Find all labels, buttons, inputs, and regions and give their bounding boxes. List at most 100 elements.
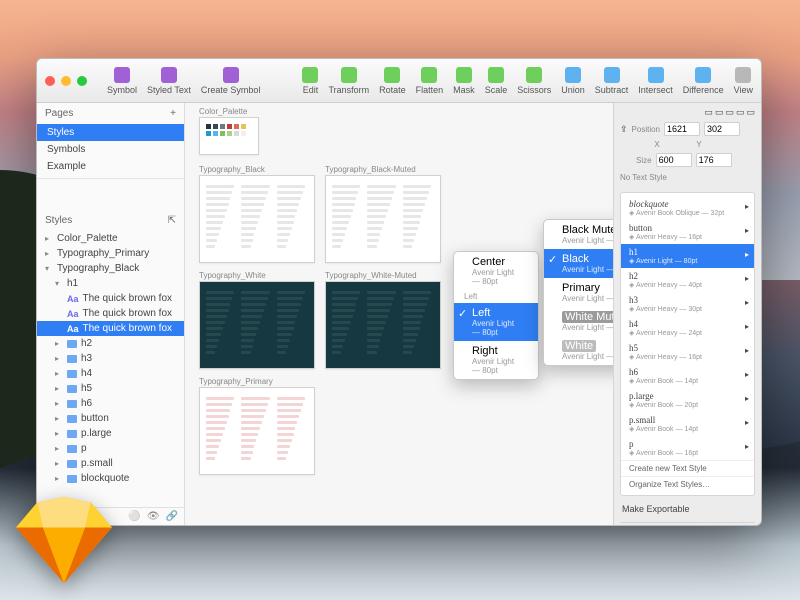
artboard-label[interactable]: Color_Palette	[199, 107, 247, 116]
styles-header: Styles⇱	[37, 210, 184, 231]
size-h-input[interactable]	[696, 153, 732, 167]
artboard-label[interactable]: Typography_White	[199, 271, 266, 280]
color-popup[interactable]: Black Muted▸Avenir Light — 80pt✓Black▸Av…	[543, 219, 613, 366]
size-w-input[interactable]	[656, 153, 692, 167]
layer-row[interactable]: ▸p.large	[37, 426, 184, 441]
artboard-label[interactable]: Typography_White-Muted	[325, 271, 417, 280]
toolbar-mask[interactable]: Mask	[453, 67, 475, 95]
color-option[interactable]: Black Muted▸Avenir Light — 80pt	[544, 220, 613, 249]
text-style-h6[interactable]: h6▸◈ Avenir Book — 14pt	[621, 364, 754, 388]
position-y-input[interactable]	[704, 122, 740, 136]
text-style-h4[interactable]: h4▸◈ Avenir Heavy — 24pt	[621, 316, 754, 340]
text-style-h1[interactable]: h1▸◈ Avenir Light — 80pt	[621, 244, 754, 268]
toolbar-union[interactable]: Union	[561, 67, 585, 95]
toolbar-create-symbol[interactable]: Create Symbol	[201, 67, 261, 95]
layer-row[interactable]: ▸h3	[37, 351, 184, 366]
toolbar-symbol[interactable]: Symbol	[107, 67, 137, 95]
position-x-input[interactable]	[664, 122, 700, 136]
link-icon[interactable]: 🔗	[166, 511, 178, 522]
close-icon[interactable]	[45, 76, 55, 86]
toolbar-rotate[interactable]: Rotate	[379, 67, 406, 95]
layer-row[interactable]: ▾Typography_Black	[37, 261, 184, 276]
layer-row[interactable]: ▸h6	[37, 396, 184, 411]
toolbar-scale[interactable]: Scale	[485, 67, 508, 95]
page-symbols[interactable]: Symbols	[37, 141, 184, 158]
toolbar-styled-text[interactable]: Styled Text	[147, 67, 191, 95]
artboard-label[interactable]: Typography_Black-Muted	[325, 165, 416, 174]
artboard-typo-black[interactable]	[199, 175, 315, 263]
layer-row[interactable]: ▸Color_Palette	[37, 231, 184, 246]
toolbar-difference[interactable]: Difference	[683, 67, 724, 95]
artboard-typo-primary[interactable]	[199, 387, 315, 475]
text-layer-icon: Aa	[67, 309, 79, 319]
folder-icon	[67, 370, 77, 378]
layer-row[interactable]: AaThe quick brown fox	[37, 306, 184, 321]
pages-header: Pages+	[37, 103, 184, 124]
align-option-center[interactable]: CenterAvenir Light — 80pt	[454, 252, 538, 290]
color-option[interactable]: Primary▸Avenir Light — 80pt	[544, 278, 613, 307]
create-text-style[interactable]: Create new Text Style	[621, 460, 754, 476]
text-style-h3[interactable]: h3▸◈ Avenir Heavy — 30pt	[621, 292, 754, 316]
layer-row[interactable]: ▾h1	[37, 276, 184, 291]
share-icon[interactable]: ⇪	[620, 124, 628, 135]
text-style-p.large[interactable]: p.large▸◈ Avenir Book — 20pt	[621, 388, 754, 412]
window-controls[interactable]	[45, 76, 87, 86]
align-option-right[interactable]: RightAvenir Light — 80pt	[454, 341, 538, 379]
layer-row[interactable]: ▸blockquote	[37, 471, 184, 486]
minimize-icon[interactable]	[61, 76, 71, 86]
artboard-label[interactable]: Typography_Black	[199, 165, 265, 174]
text-style-blockquote[interactable]: blockquote▸◈ Avenir Book Oblique — 32pt	[621, 196, 754, 220]
alignment-popup[interactable]: CenterAvenir Light — 80ptLeft✓LeftAvenir…	[453, 251, 539, 380]
folder-icon	[67, 415, 77, 423]
text-style-list[interactable]: blockquote▸◈ Avenir Book Oblique — 32ptb…	[620, 192, 755, 496]
folder-icon	[67, 430, 77, 438]
organize-text-styles[interactable]: Organize Text Styles…	[621, 476, 754, 492]
text-style-button[interactable]: button▸◈ Avenir Heavy — 16pt	[621, 220, 754, 244]
page-example[interactable]: Example	[37, 158, 184, 175]
align-buttons-row[interactable]: ▭▭▭▭▭	[620, 107, 755, 118]
folder-icon	[67, 475, 77, 483]
toolbar-intersect[interactable]: Intersect	[638, 67, 673, 95]
canvas[interactable]: Color_Palette Typography_Black Typograph…	[185, 103, 613, 525]
artboard-typo-white[interactable]	[199, 281, 315, 369]
text-style-p.small[interactable]: p.small▸◈ Avenir Book — 14pt	[621, 412, 754, 436]
layer-row[interactable]: ▸h2	[37, 336, 184, 351]
layer-row[interactable]: ▸h5	[37, 381, 184, 396]
align-option-left[interactable]: ✓LeftAvenir Light — 80pt	[454, 303, 538, 341]
text-style-h5[interactable]: h5▸◈ Avenir Heavy — 16pt	[621, 340, 754, 364]
toolbar-edit[interactable]: Edit	[302, 67, 318, 95]
page-styles[interactable]: Styles	[37, 124, 184, 141]
artboard-typo-black-muted[interactable]	[325, 175, 441, 263]
layer-row[interactable]: AaThe quick brown fox	[37, 291, 184, 306]
size-label: Size	[636, 156, 652, 165]
layer-row[interactable]: ▸button	[37, 411, 184, 426]
layer-row[interactable]: ▸Typography_Primary	[37, 246, 184, 261]
layer-row[interactable]: ▸p.small	[37, 456, 184, 471]
text-style-h2[interactable]: h2▸◈ Avenir Heavy — 40pt	[621, 268, 754, 292]
folder-icon	[67, 340, 77, 348]
artboard-label[interactable]: Typography_Primary	[199, 377, 273, 386]
color-option[interactable]: White Muted▸Avenir Light — 80pt	[544, 307, 613, 336]
folder-icon	[67, 400, 77, 408]
color-option[interactable]: White▸Avenir Light — 80pt	[544, 336, 613, 365]
artboard-palette[interactable]	[199, 117, 259, 155]
add-page-icon[interactable]: +	[170, 108, 176, 119]
eye-icon[interactable]: 👁	[147, 511, 160, 522]
text-layer-icon: Aa	[67, 324, 79, 334]
toolbar-subtract[interactable]: Subtract	[595, 67, 629, 95]
toolbar-flatten[interactable]: Flatten	[416, 67, 444, 95]
toolbar-scissors[interactable]: Scissors	[517, 67, 551, 95]
color-option[interactable]: ✓Black▸Avenir Light — 80pt	[544, 249, 613, 278]
left-sidebar: Pages+ StylesSymbolsExample Styles⇱ ▸Col…	[37, 103, 185, 525]
make-exportable-button[interactable]: Make Exportable	[620, 500, 755, 518]
layer-row[interactable]: AaThe quick brown fox	[37, 321, 184, 336]
artboard-typo-white-muted[interactable]	[325, 281, 441, 369]
zoom-icon[interactable]	[77, 76, 87, 86]
toolbar-view[interactable]: View	[734, 67, 753, 95]
layer-row[interactable]: ▸h4	[37, 366, 184, 381]
text-style-p[interactable]: p▸◈ Avenir Book — 16pt	[621, 436, 754, 460]
toolbar-transform[interactable]: Transform	[328, 67, 369, 95]
layer-row[interactable]: ▸p	[37, 441, 184, 456]
filter-icon[interactable]: ⚪	[128, 511, 140, 522]
styles-expand-icon[interactable]: ⇱	[168, 215, 176, 226]
